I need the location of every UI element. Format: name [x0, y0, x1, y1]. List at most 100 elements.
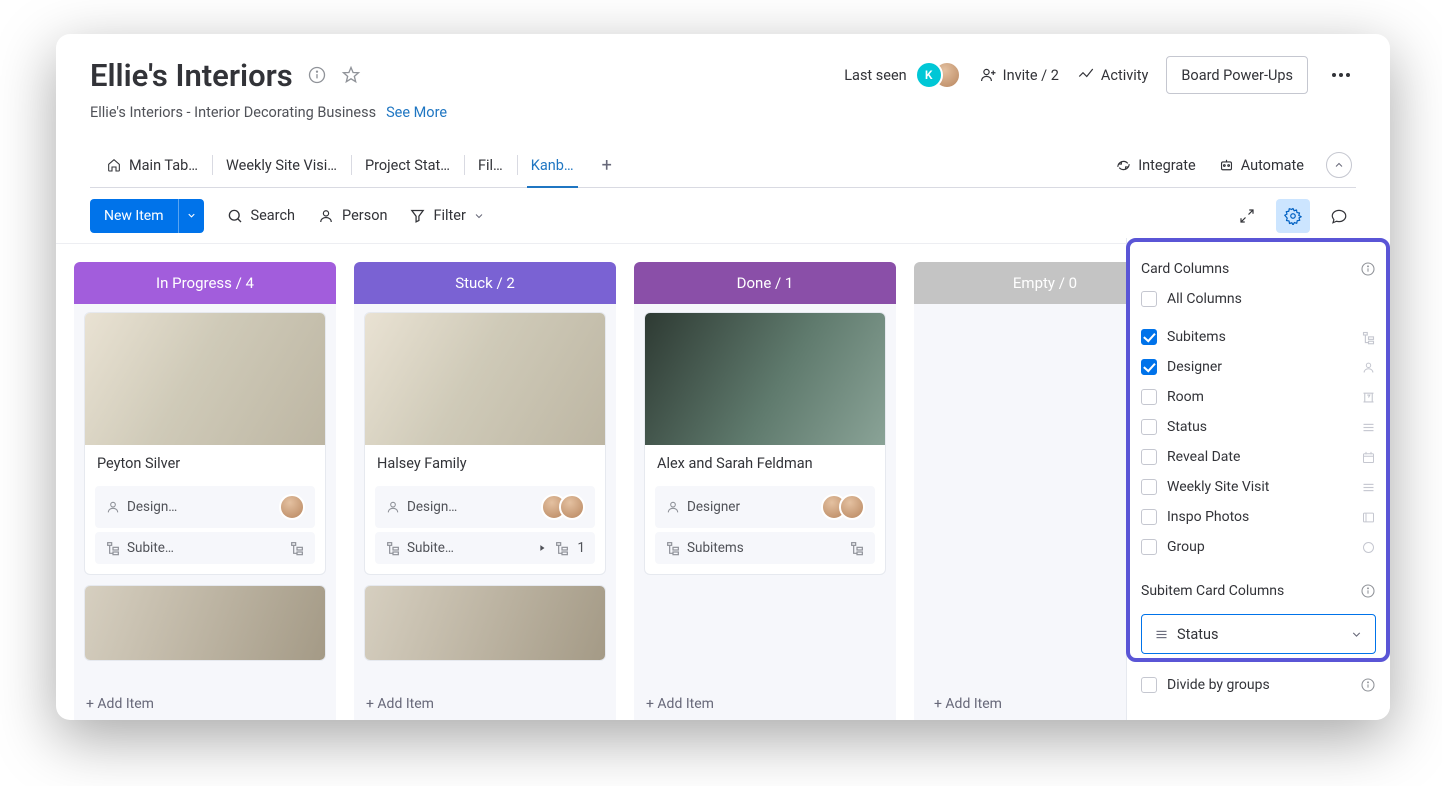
filter-icon [409, 207, 426, 224]
tab-kanban-label: Kanb… [531, 157, 574, 174]
add-item-button[interactable]: + Add Item [634, 682, 896, 720]
toolbar: New Item Search Person Filter [56, 188, 1390, 244]
checkbox-all-columns[interactable]: All Columns [1141, 284, 1376, 314]
more-icon[interactable] [1326, 67, 1356, 83]
board-title[interactable]: Ellie's Interiors [90, 57, 293, 94]
checkbox-inspo-photos[interactable]: Inspo Photos [1141, 502, 1376, 532]
column-type-icon [1361, 480, 1376, 495]
invite-link[interactable]: Invite / 2 [979, 66, 1059, 84]
card-designer-field[interactable]: Design… [95, 486, 315, 528]
checkbox-divide-groups[interactable]: Divide by groups [1141, 670, 1376, 700]
tab-kanban[interactable]: Kanb… [517, 143, 588, 187]
tab-project-stat[interactable]: Project Stat… [351, 143, 464, 187]
divide-label: Divide by groups [1167, 677, 1270, 693]
kanban-card[interactable] [84, 585, 326, 661]
search-icon [226, 207, 244, 225]
subitem-columns-section: Subitem Card Columns [1141, 576, 1376, 606]
kanban-column: Done / 1Alex and Sarah FeldmanDesignerSu… [634, 262, 896, 720]
checkbox-group[interactable]: Group [1141, 532, 1376, 562]
checkbox-subitems[interactable]: Subitems [1141, 322, 1376, 352]
settings-button[interactable] [1276, 199, 1310, 233]
card-subitems-field[interactable]: Subite… [95, 532, 315, 564]
last-seen-label: Last seen [844, 67, 906, 84]
collapse-views-button[interactable] [1326, 152, 1352, 178]
column-type-icon [1361, 450, 1376, 465]
integrate-button[interactable]: Integrate [1115, 157, 1195, 174]
automate-button[interactable]: Automate [1218, 157, 1304, 174]
new-item-button[interactable]: New Item [90, 199, 178, 233]
activity-icon [1077, 66, 1095, 84]
chevron-down-icon [1350, 628, 1363, 641]
avatar [279, 494, 305, 520]
last-seen[interactable]: Last seen K [844, 61, 960, 89]
expand-button[interactable] [1230, 199, 1264, 233]
column-type-icon [1361, 330, 1376, 345]
activity-link[interactable]: Activity [1077, 66, 1148, 84]
automate-icon [1218, 157, 1235, 174]
kanban-card[interactable]: Alex and Sarah FeldmanDesignerSubitems [644, 312, 886, 575]
checkbox-designer[interactable]: Designer [1141, 352, 1376, 382]
add-item-button[interactable]: + Add Item [354, 682, 616, 720]
add-view-button[interactable]: + [588, 155, 626, 176]
tab-main[interactable]: Main Tab… [92, 143, 212, 187]
info-icon[interactable] [1360, 677, 1376, 693]
checkbox-status[interactable]: Status [1141, 412, 1376, 442]
person-label: Person [342, 207, 387, 224]
card-title: Peyton Silver [85, 445, 325, 482]
card-designer-field[interactable]: Design… [375, 486, 595, 528]
column-header[interactable]: Stuck / 2 [354, 262, 616, 304]
column-body: Peyton Silver Design… Subite… [74, 304, 336, 682]
column-type-icon [1361, 540, 1376, 555]
header-row: Ellie's Interiors Last seen K [90, 56, 1356, 94]
kanban-card[interactable]: Peyton Silver Design… Subite… [84, 312, 326, 575]
powerups-button[interactable]: Board Power-Ups [1166, 56, 1308, 94]
kanban-card[interactable]: Halsey Family Design… Subite…1 [364, 312, 606, 575]
tabs-right: Integrate Automate [1115, 152, 1354, 178]
star-icon[interactable] [341, 65, 361, 85]
card-image [85, 586, 325, 660]
card-image [85, 313, 325, 445]
header: Ellie's Interiors Last seen K [56, 34, 1390, 188]
new-item-dropdown[interactable] [178, 199, 204, 233]
see-more-link[interactable]: See More [386, 104, 447, 121]
filter-button[interactable]: Filter [409, 207, 484, 224]
person-filter-button[interactable]: Person [317, 207, 387, 225]
info-icon[interactable] [1360, 261, 1376, 277]
card-columns-title: Card Columns [1141, 261, 1229, 277]
tab-files[interactable]: Fil… [464, 143, 517, 187]
toolbar-left: New Item Search Person Filter [90, 199, 485, 233]
info-icon[interactable] [307, 65, 327, 85]
card-subitems-field[interactable]: Subite…1 [375, 532, 595, 564]
search-button[interactable]: Search [226, 207, 296, 225]
column-header[interactable]: In Progress / 4 [74, 262, 336, 304]
checkbox-reveal-date[interactable]: Reveal Date [1141, 442, 1376, 472]
kanban-card[interactable] [364, 585, 606, 661]
column-type-icon [1361, 510, 1376, 525]
board-subtitle: Ellie's Interiors - Interior Decorating … [90, 104, 376, 121]
card-image [365, 313, 605, 445]
card-title: Halsey Family [365, 445, 605, 482]
toolbar-right [1230, 199, 1356, 233]
status-icon [1154, 627, 1169, 642]
add-item-button[interactable]: + Add Item [74, 682, 336, 720]
info-icon[interactable] [1360, 583, 1376, 599]
checkbox-weekly-site-visit[interactable]: Weekly Site Visit [1141, 472, 1376, 502]
card-subitems-field[interactable]: Subitems [655, 532, 875, 564]
subitem-column-select[interactable]: Status [1141, 614, 1376, 654]
person-icon [317, 207, 335, 225]
header-right: Last seen K Invite / 2 Activity Board Po… [844, 56, 1356, 94]
card-settings-panel: Card Columns All Columns SubitemsDesigne… [1126, 238, 1390, 720]
card-designer-field[interactable]: Designer [655, 486, 875, 528]
column-type-icon [1361, 360, 1376, 375]
tab-weekly[interactable]: Weekly Site Visi… [212, 143, 351, 187]
select-value: Status [1177, 626, 1218, 643]
card-columns-section: Card Columns [1141, 254, 1376, 284]
kanban-column: In Progress / 4 Peyton Silver Design… Subit… [74, 262, 336, 720]
avatar [559, 494, 585, 520]
chevron-down-icon [473, 210, 485, 222]
title-wrap: Ellie's Interiors [90, 57, 361, 94]
column-body: Halsey Family Design… Subite…1 [354, 304, 616, 682]
chat-button[interactable] [1322, 199, 1356, 233]
checkbox-room[interactable]: Room [1141, 382, 1376, 412]
column-header[interactable]: Done / 1 [634, 262, 896, 304]
